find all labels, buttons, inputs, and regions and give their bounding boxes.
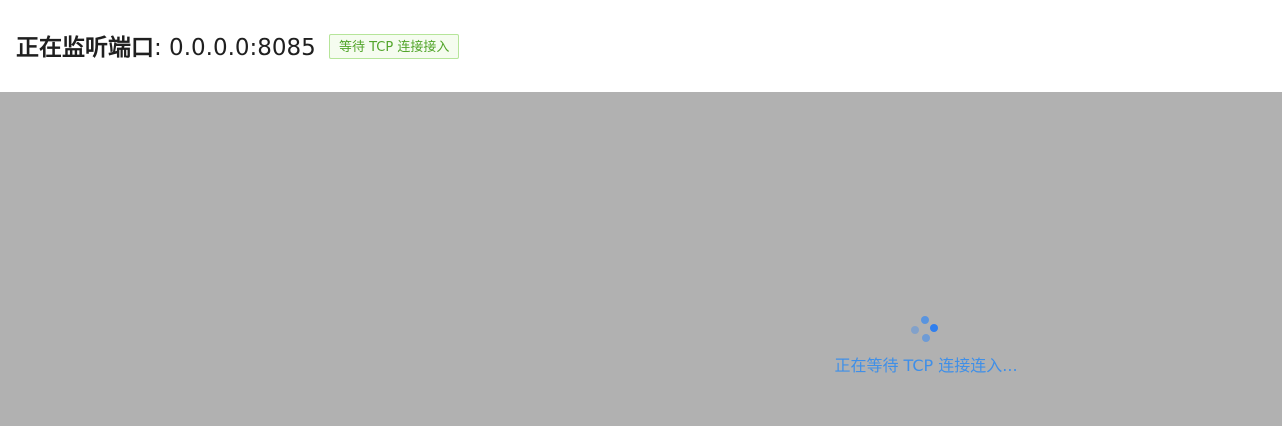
loading-indicator: 正在等待 TCP 连接连入...: [826, 314, 1026, 376]
page-header: 正在监听端口: 0.0.0.0:8085 等待 TCP 连接接入: [0, 0, 1282, 92]
listening-port-label: 正在监听端口: [16, 35, 154, 61]
page-title: 正在监听端口: 0.0.0.0:8085: [16, 33, 316, 63]
listening-port-value: : 0.0.0.0:8085: [154, 35, 316, 61]
status-badge: 等待 TCP 连接接入: [329, 34, 460, 59]
loading-text: 正在等待 TCP 连接连入...: [834, 356, 1018, 375]
spinner-icon: [911, 314, 941, 344]
spinner-dot: [922, 334, 930, 342]
loading-overlay: 正在等待 TCP 连接连入...: [0, 92, 1282, 426]
spinner-dot: [930, 324, 938, 332]
spinner-dot: [921, 316, 929, 324]
spinner-dot: [911, 326, 919, 334]
